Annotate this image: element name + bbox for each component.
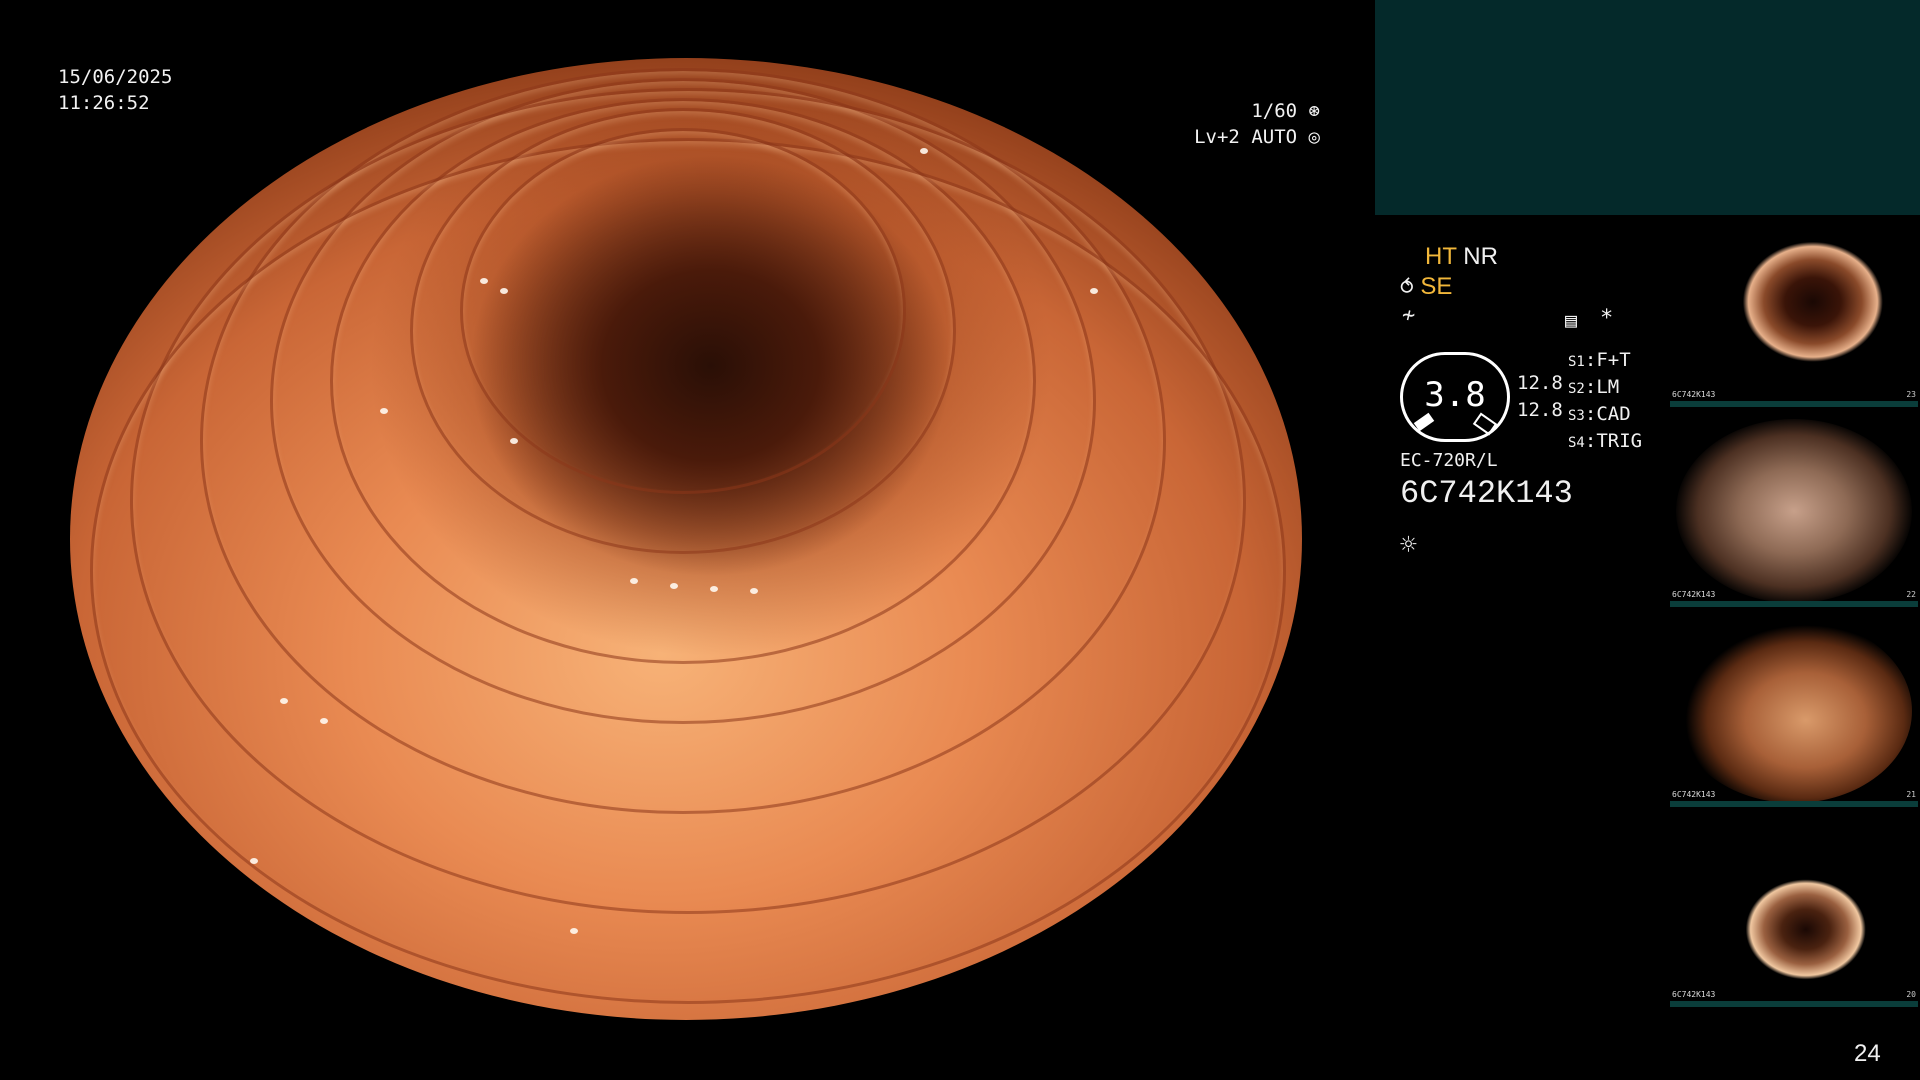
shutter-text: 1/60 [1251, 100, 1298, 122]
thumbnail-id: 6C742K143 [1672, 990, 1716, 999]
thumbnail-number: 22 [1906, 590, 1916, 599]
thumbnail-number: 23 [1906, 390, 1916, 399]
filter-icon: ≁ [1402, 303, 1416, 328]
mode-row-1: HT NR [1425, 243, 1498, 271]
enhancement-icon: ⥀ [1400, 277, 1414, 299]
page-number: 24 [1854, 1040, 1881, 1067]
thumbnail-id: 6C742K143 [1672, 390, 1716, 399]
zoom-gauge: 3.8 [1400, 352, 1510, 442]
scope-model: EC-720R/L [1400, 450, 1498, 471]
exposure-readout: 1/60 ⊛ Lv+2 AUTO ◎ [1190, 98, 1320, 150]
scope-serial: 6C742K143 [1400, 475, 1573, 512]
auto-iris-icon: ◎ [1308, 126, 1320, 148]
date-text: 15/06/2025 [58, 66, 173, 88]
switch-item: S3:CAD [1568, 403, 1631, 425]
thumbnail[interactable]: 6C742K143 20 [1670, 815, 1918, 1007]
asterisk-mark: * [1600, 306, 1614, 331]
thumbnail-bar [1670, 401, 1918, 407]
thumbnail[interactable]: 6C742K143 21 [1670, 615, 1918, 807]
endoscopic-image [70, 58, 1302, 1020]
switch-list: S1:F+T S2:LM S3:CAD S4:TRIG [1568, 348, 1642, 456]
zoom-value-b: 12.8 [1517, 399, 1563, 421]
mode-row-2: ⥀ SE [1400, 273, 1452, 301]
zoom-value-a: 12.8 [1517, 372, 1563, 394]
thumbnail-bar [1670, 801, 1918, 807]
light-icon: ☼ [1400, 528, 1417, 561]
switch-item: S4:TRIG [1568, 430, 1643, 452]
aperture-icon: ⊛ [1308, 100, 1320, 122]
switch-item: S2:LM [1568, 376, 1620, 398]
level-text: Lv+2 [1194, 126, 1240, 148]
memory-icon: ▤ [1565, 308, 1578, 332]
zoom-value: 3.8 [1424, 375, 1486, 415]
mode-text: AUTO [1251, 126, 1298, 148]
date-time-readout: 15/06/2025 11:26:52 [58, 64, 172, 116]
thumbnail-bar [1670, 601, 1918, 607]
thumbnail-number: 20 [1906, 990, 1916, 999]
thumbnail-bar [1670, 1001, 1918, 1007]
zoom-marker-filled [1413, 412, 1435, 432]
se-label: SE [1420, 273, 1453, 300]
zoom-values: 12.8 12.8 [1517, 370, 1563, 424]
thumbnail[interactable]: 6C742K143 23 [1670, 215, 1918, 407]
ht-label: HT [1425, 243, 1457, 270]
status-box [1375, 0, 1920, 215]
time-text: 11:26:52 [58, 92, 150, 114]
thumbnail-number: 21 [1906, 790, 1916, 799]
switch-item: S1:F+T [1568, 349, 1631, 371]
thumbnail-id: 6C742K143 [1672, 790, 1716, 799]
thumbnail-id: 6C742K143 [1672, 590, 1716, 599]
thumbnail[interactable]: 6C742K143 22 [1670, 415, 1918, 607]
nr-label: NR [1463, 243, 1498, 270]
